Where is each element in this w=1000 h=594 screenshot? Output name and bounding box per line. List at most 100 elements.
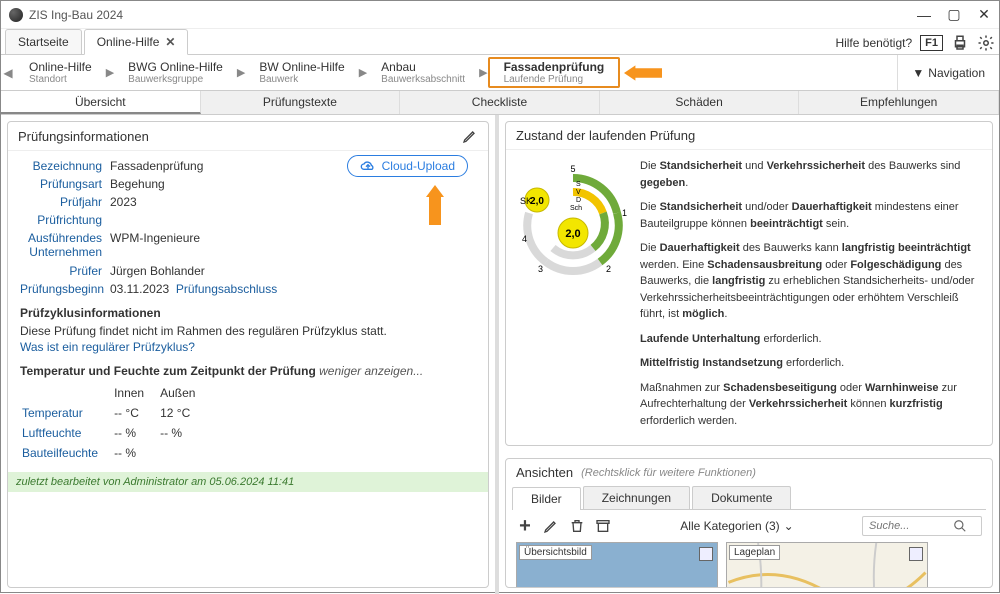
breadcrumb: ◀ Online-HilfeStandort ▶ BWG Online-Hilf… — [1, 55, 999, 91]
cell — [160, 444, 209, 462]
show-less-link[interactable]: weniger anzeigen... — [319, 364, 423, 378]
category-dropdown[interactable]: Alle Kategorien (3) ⌄ — [680, 519, 793, 533]
tab-online-hilfe[interactable]: Online-Hilfe✕ — [84, 29, 189, 55]
col-header: Innen — [114, 384, 158, 402]
thumb-category: Lageplan — [729, 545, 780, 560]
pencil-icon[interactable] — [542, 517, 560, 535]
cycle-heading: Prüfzyklusinformationen — [20, 306, 476, 320]
info-value: WPM-Ingenieure — [110, 231, 476, 260]
svg-text:V: V — [576, 189, 581, 196]
chevron-down-icon: ⌄ — [784, 519, 794, 533]
temperature-table: InnenAußen Temperatur-- °C12 °C Luftfeuc… — [20, 382, 211, 464]
status-panel: Zustand der laufenden Prüfung — [505, 121, 993, 446]
f1-badge[interactable]: F1 — [920, 35, 943, 51]
pruefungsabschluss-link[interactable]: Prüfungsabschluss — [176, 282, 277, 296]
print-icon[interactable] — [951, 34, 969, 52]
panel-title: Zustand der laufenden Prüfung — [516, 128, 695, 143]
cycle-link[interactable]: Was ist ein regulärer Prüfzyklus? — [20, 340, 476, 354]
info-value: 03.11.2023 Prüfungsabschluss — [110, 282, 476, 296]
titlebar: ZIS Ing-Bau 2024 — ▢ ✕ — [1, 1, 999, 29]
cell: 12 °C — [160, 404, 209, 422]
app-icon — [9, 8, 23, 22]
thumb-checkbox[interactable] — [909, 547, 923, 561]
cell: -- % — [114, 444, 158, 462]
row-label: Bauteilfeuchte — [22, 444, 112, 462]
info-label: Prüfungsart — [20, 177, 110, 191]
breadcrumb-item-2[interactable]: BW Online-HilfeBauwerk — [245, 55, 358, 90]
thumbnail[interactable]: Übersichtsbild DSC_7734 — [516, 542, 718, 587]
last-edited-banner: zuletzt bearbeitet von Administrator am … — [8, 472, 488, 492]
view-tab-bilder[interactable]: Bilder — [512, 487, 581, 510]
info-label: Prüfrichtung — [20, 213, 110, 227]
view-tab-zeichnungen[interactable]: Zeichnungen — [583, 486, 690, 509]
close-icon[interactable]: ✕ — [165, 35, 175, 49]
row-label: Luftfeuchte — [22, 424, 112, 442]
app-title: ZIS Ing-Bau 2024 — [29, 8, 917, 22]
info-label: Bezeichnung — [20, 159, 110, 173]
subtab-uebersicht[interactable]: Übersicht — [1, 91, 201, 114]
tab-startseite[interactable]: Startseite — [5, 29, 82, 54]
svg-text:D: D — [576, 197, 581, 204]
close-button[interactable]: ✕ — [977, 8, 991, 22]
chevron-right-icon: ▶ — [106, 55, 114, 90]
cycle-text: Diese Prüfung findet nicht im Rahmen des… — [20, 324, 476, 338]
cloud-upload-button[interactable]: Cloud-Upload — [347, 155, 468, 177]
breadcrumb-item-current[interactable]: FassadenprüfungLaufende Prüfung — [488, 57, 621, 88]
cloud-upload-icon — [360, 160, 376, 172]
trash-icon[interactable] — [568, 517, 586, 535]
subtab-empfehlungen[interactable]: Empfehlungen — [799, 91, 999, 114]
gauge-inner-value: 2,0 — [565, 228, 580, 240]
navigation-dropdown[interactable]: ▼Navigation — [897, 55, 999, 90]
subtab-schaeden[interactable]: Schäden — [600, 91, 800, 114]
svg-text:3: 3 — [538, 264, 543, 274]
gear-icon[interactable] — [977, 34, 995, 52]
panel-title: Ansichten — [516, 465, 573, 480]
highlight-arrow-icon — [426, 185, 444, 225]
thumbnail[interactable]: Lageplan Lageplan — [726, 542, 928, 587]
search-icon[interactable] — [953, 519, 967, 533]
row-label: Temperatur — [22, 404, 112, 422]
cell: -- °C — [114, 404, 158, 422]
svg-text:SK: SK — [520, 196, 532, 206]
archive-icon[interactable] — [594, 517, 612, 535]
temp-heading: Temperatur und Feuchte zum Zeitpunkt der… — [20, 364, 476, 378]
condition-gauge: 2,0 2,0 SK S V D Sch 5 1 2 3 — [518, 158, 628, 288]
subtab-checkliste[interactable]: Checkliste — [400, 91, 600, 114]
info-value — [110, 213, 476, 227]
info-label: Prüfungsbeginn — [20, 282, 110, 296]
svg-text:Sch: Sch — [570, 205, 582, 212]
search-box[interactable] — [862, 516, 982, 536]
highlight-arrow-icon — [624, 65, 662, 81]
info-label: Prüfjahr — [20, 195, 110, 209]
svg-text:4: 4 — [522, 234, 527, 244]
svg-text:2,0: 2,0 — [530, 196, 544, 207]
info-value: Begehung — [110, 177, 476, 191]
thumb-checkbox[interactable] — [699, 547, 713, 561]
minimize-button[interactable]: — — [917, 8, 931, 22]
breadcrumb-item-0[interactable]: Online-HilfeStandort — [15, 55, 106, 90]
panel-hint: (Rechtsklick für weitere Funktionen) — [581, 467, 756, 479]
info-value: 2023 — [110, 195, 476, 209]
chevron-right-icon: ▶ — [359, 55, 367, 90]
help-label: Hilfe benötigt? — [835, 36, 912, 50]
breadcrumb-back-icon[interactable]: ◀ — [1, 55, 15, 90]
ansichten-panel: Ansichten (Rechtsklick für weitere Funkt… — [505, 458, 993, 588]
thumb-category: Übersichtsbild — [519, 545, 592, 560]
maximize-button[interactable]: ▢ — [947, 8, 961, 22]
svg-text:2: 2 — [606, 264, 611, 274]
svg-text:S: S — [576, 181, 581, 188]
breadcrumb-item-1[interactable]: BWG Online-HilfeBauwerksgruppe — [114, 55, 237, 90]
breadcrumb-item-3[interactable]: AnbauBauwerksabschnitt — [367, 55, 479, 90]
left-panel-header: Prüfungsinformationen — [8, 122, 488, 151]
tabstrip: Startseite Online-Hilfe✕ Hilfe benötigt?… — [1, 29, 999, 55]
search-input[interactable] — [869, 520, 949, 532]
col-header: Außen — [160, 384, 209, 402]
view-tab-dokumente[interactable]: Dokumente — [692, 486, 791, 509]
status-text: Die Standsicherheit und Verkehrssicherhe… — [640, 158, 980, 437]
subtabs: Übersicht Prüfungstexte Checkliste Schäd… — [1, 91, 999, 115]
cell: -- % — [114, 424, 158, 442]
subtab-pruefungstexte[interactable]: Prüfungstexte — [201, 91, 401, 114]
svg-text:1: 1 — [622, 208, 627, 218]
pencil-icon[interactable] — [462, 128, 478, 144]
add-icon[interactable]: + — [516, 517, 534, 535]
